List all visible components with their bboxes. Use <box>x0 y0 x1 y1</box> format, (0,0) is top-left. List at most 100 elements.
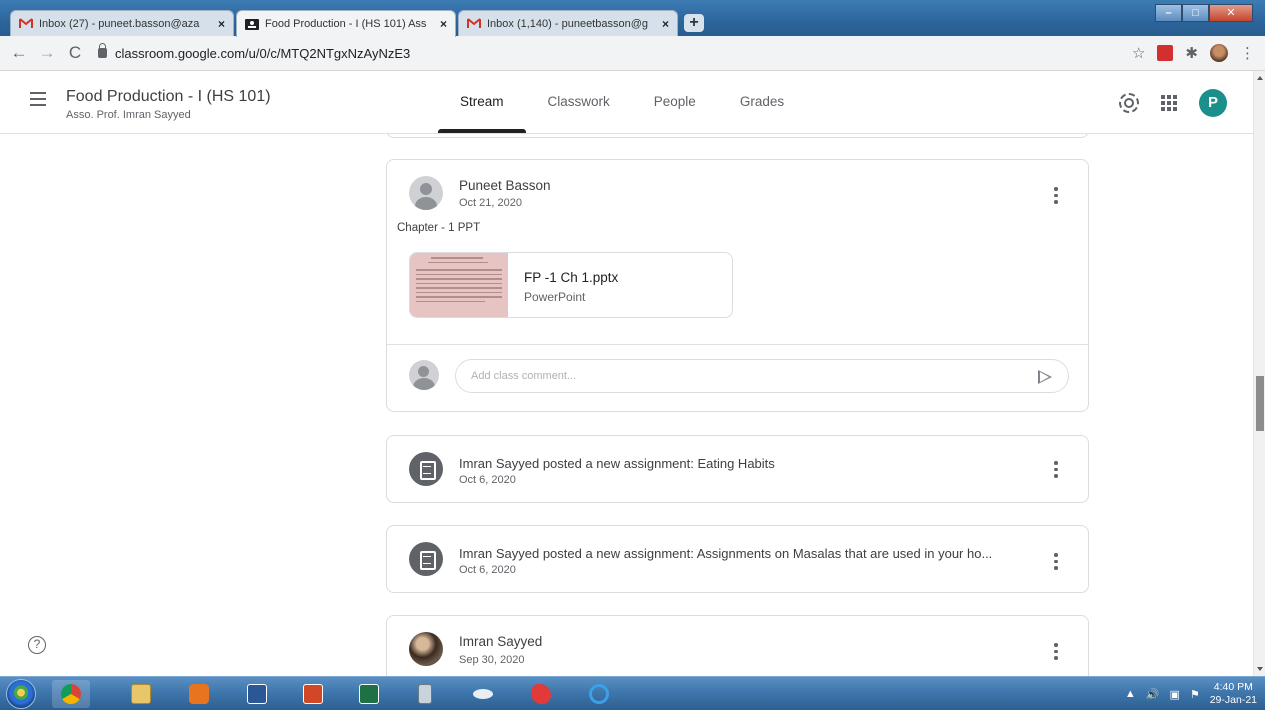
network-icon[interactable]: ▣ <box>1169 688 1179 701</box>
gmail-icon <box>19 18 33 29</box>
scroll-down-arrow[interactable] <box>1257 667 1263 671</box>
previous-post-card <box>386 134 1089 138</box>
new-tab-button[interactable]: + <box>684 14 704 32</box>
chrome-taskbar-icon[interactable] <box>52 680 90 708</box>
author-avatar <box>409 176 443 210</box>
browser-menu-icon[interactable]: ⋮ <box>1240 44 1255 62</box>
extensions-puzzle-icon[interactable]: ✱ <box>1185 44 1198 62</box>
stream-post-card: Puneet Basson Oct 21, 2020 Chapter - 1 P… <box>386 159 1089 412</box>
settings-gear-icon[interactable] <box>1119 93 1139 113</box>
volume-icon[interactable]: 🔊 <box>1146 688 1160 701</box>
course-title[interactable]: Food Production - I (HS 101) <box>66 88 271 106</box>
tray-expand-icon[interactable]: ▲ <box>1125 688 1136 700</box>
post-body-text: Chapter - 1 PPT <box>397 222 481 234</box>
tab-grades[interactable]: Grades <box>718 71 806 133</box>
powerpoint-taskbar-icon[interactable] <box>294 680 332 708</box>
attachment-card[interactable]: FP -1 Ch 1.pptx PowerPoint <box>409 252 733 318</box>
reload-icon[interactable]: C <box>64 43 86 63</box>
browser-tab-classroom[interactable]: Food Production - I (HS 101) Ass × <box>236 10 456 37</box>
author-avatar <box>409 632 443 666</box>
browser-tab-inbox-1[interactable]: Inbox (27) - puneet.basson@aza × <box>10 10 234 36</box>
lock-icon <box>98 43 107 58</box>
windows-taskbar: ▲ 🔊 ▣ ⚑ 4:40 PM 29-Jan-21 <box>0 676 1265 710</box>
help-icon[interactable]: ? <box>28 636 46 654</box>
clock-time: 4:40 PM <box>1213 681 1253 693</box>
gmail-icon <box>467 18 481 29</box>
google-apps-grid-icon[interactable] <box>1161 95 1177 111</box>
browser-tab-title: Food Production - I (HS 101) Ass <box>265 18 427 30</box>
tab-people[interactable]: People <box>632 71 718 133</box>
browser-tab-title: Inbox (27) - puneet.basson@aza <box>39 17 200 30</box>
classroom-header: Food Production - I (HS 101) Asso. Prof.… <box>0 71 1253 134</box>
assignment-card[interactable]: Imran Sayyed posted a new assignment: Ea… <box>386 435 1089 503</box>
back-arrow-icon[interactable]: ← <box>8 43 30 63</box>
close-icon[interactable]: × <box>662 17 669 31</box>
more-options-icon[interactable] <box>1054 461 1058 481</box>
commenter-avatar <box>409 360 439 390</box>
close-icon[interactable]: × <box>440 17 447 31</box>
tab-stream[interactable]: Stream <box>438 71 526 133</box>
paint-splash-taskbar-icon[interactable] <box>522 680 560 708</box>
classroom-icon <box>245 18 259 30</box>
scrollbar-thumb[interactable] <box>1256 376 1264 431</box>
course-subtitle: Asso. Prof. Imran Sayyed <box>66 109 191 121</box>
assignment-icon <box>409 542 443 576</box>
send-icon[interactable] <box>1038 370 1052 384</box>
assignment-date: Oct 6, 2020 <box>459 564 516 576</box>
address-bar: ← → C classroom.google.com/u/0/c/MTQ2NTg… <box>0 36 1265 71</box>
tab-classwork[interactable]: Classwork <box>526 71 632 133</box>
window-controls: – □ ✕ <box>1155 4 1253 22</box>
assignment-title: Imran Sayyed posted a new assignment: Ea… <box>459 456 775 471</box>
url-text: classroom.google.com/u/0/c/MTQ2NTgxNzAyN… <box>115 45 411 61</box>
more-options-icon[interactable] <box>1054 643 1058 663</box>
forward-arrow-icon[interactable]: → <box>36 43 58 63</box>
calculator-taskbar-icon[interactable] <box>406 680 444 708</box>
browser-tabstrip: Inbox (27) - puneet.basson@aza × Food Pr… <box>0 0 1265 37</box>
attachment-type: PowerPoint <box>524 290 586 304</box>
post-date: Sep 30, 2020 <box>459 654 525 666</box>
browser-tab-title: Inbox (1,140) - puneetbasson@g <box>487 17 648 30</box>
post-date: Oct 21, 2020 <box>459 197 522 209</box>
media-player-taskbar-icon[interactable] <box>180 680 218 708</box>
clock-date: 29-Jan-21 <box>1209 694 1257 706</box>
bookmark-star-icon[interactable]: ☆ <box>1132 44 1145 62</box>
url-field[interactable]: classroom.google.com/u/0/c/MTQ2NTgxNzAyN… <box>98 43 411 61</box>
assignment-date: Oct 6, 2020 <box>459 474 516 486</box>
action-center-flag-icon[interactable]: ⚑ <box>1190 688 1200 701</box>
eraser-taskbar-icon[interactable] <box>464 680 502 708</box>
file-explorer-taskbar-icon[interactable] <box>122 680 160 708</box>
more-options-icon[interactable] <box>1054 553 1058 573</box>
post-author[interactable]: Imran Sayyed <box>459 634 542 649</box>
system-tray: ▲ 🔊 ▣ ⚑ 4:40 PM 29-Jan-21 <box>1125 677 1257 710</box>
assignment-icon <box>409 452 443 486</box>
header-actions: P <box>1119 89 1227 117</box>
taskbar-clock[interactable]: 4:40 PM 29-Jan-21 <box>1210 681 1257 707</box>
assignment-card[interactable]: Imran Sayyed posted a new assignment: As… <box>386 525 1089 593</box>
browser-toolbar-right: ☆ ✱ ⋮ <box>1132 44 1255 62</box>
window-close-button[interactable]: ✕ <box>1209 4 1253 22</box>
more-options-icon[interactable] <box>1054 187 1058 207</box>
start-button[interactable] <box>6 679 36 709</box>
page-scrollbar[interactable] <box>1253 71 1265 676</box>
minimize-button[interactable]: – <box>1155 4 1182 22</box>
pdf-extension-icon[interactable] <box>1157 45 1174 61</box>
classroom-nav-tabs: Stream Classwork People Grades <box>438 71 806 133</box>
stream-post-card: Imran Sayyed Sep 30, 2020 <box>386 615 1089 676</box>
post-author[interactable]: Puneet Basson <box>459 178 551 193</box>
stream-content: Puneet Basson Oct 21, 2020 Chapter - 1 P… <box>0 134 1253 676</box>
attachment-name: FP -1 Ch 1.pptx <box>524 270 619 285</box>
hamburger-menu-icon[interactable] <box>30 92 46 110</box>
scroll-up-arrow[interactable] <box>1257 76 1263 80</box>
card-divider <box>387 344 1088 345</box>
profile-picture-icon[interactable] <box>1210 44 1228 62</box>
close-icon[interactable]: × <box>218 17 225 31</box>
account-avatar[interactable]: P <box>1199 89 1227 117</box>
word-taskbar-icon[interactable] <box>238 680 276 708</box>
attachment-thumbnail <box>410 253 508 317</box>
excel-taskbar-icon[interactable] <box>350 680 388 708</box>
assignment-title: Imran Sayyed posted a new assignment: As… <box>459 546 993 561</box>
internet-explorer-taskbar-icon[interactable] <box>580 680 618 708</box>
class-comment-input[interactable] <box>455 359 1069 393</box>
maximize-button[interactable]: □ <box>1182 4 1209 22</box>
browser-tab-inbox-2[interactable]: Inbox (1,140) - puneetbasson@g × <box>458 10 678 36</box>
